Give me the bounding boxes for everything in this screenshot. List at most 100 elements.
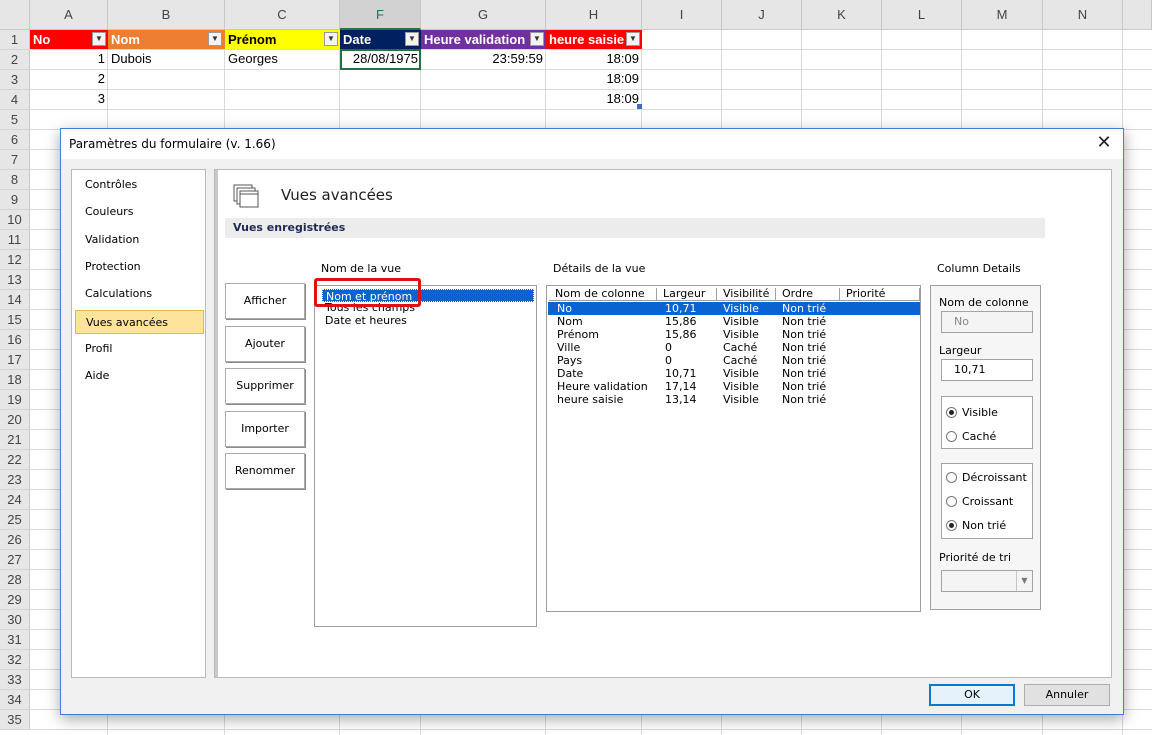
renommer-button[interactable]: Renommer: [225, 453, 305, 489]
column-header-f[interactable]: F: [340, 0, 421, 30]
afficher-button[interactable]: Afficher: [225, 283, 305, 319]
view-list[interactable]: Nom et prénom Tous les champs Date et he…: [314, 285, 537, 627]
column-header-c[interactable]: C: [225, 0, 340, 30]
row-header[interactable]: 18: [0, 370, 30, 390]
row-header[interactable]: 11: [0, 230, 30, 250]
width-field[interactable]: 10,71: [941, 359, 1033, 381]
radio-visible[interactable]: Visible: [946, 406, 998, 420]
radio-croissant[interactable]: Croissant: [946, 495, 1013, 509]
cell-no[interactable]: 3: [30, 89, 108, 109]
row-header[interactable]: 2: [0, 50, 30, 70]
importer-button[interactable]: Importer: [225, 411, 305, 447]
row-header[interactable]: 15: [0, 310, 30, 330]
column-header[interactable]: Nom de colonne: [549, 288, 657, 301]
row-header[interactable]: 3: [0, 70, 30, 90]
ajouter-button[interactable]: Ajouter: [225, 326, 305, 362]
column-header-k[interactable]: K: [802, 0, 882, 30]
filter-dropdown-icon[interactable]: ▼: [92, 32, 106, 46]
row-header[interactable]: 17: [0, 350, 30, 370]
view-details-table[interactable]: Nom de colonne Largeur Visibilité Ordre …: [546, 285, 921, 612]
row-header[interactable]: 30: [0, 610, 30, 630]
column-header-l[interactable]: L: [882, 0, 962, 30]
cell-heure-saisie[interactable]: 18:09: [546, 69, 642, 89]
cell-nom[interactable]: Dubois: [108, 49, 225, 69]
column-header[interactable]: Largeur: [657, 288, 717, 301]
select-all-corner[interactable]: [0, 0, 30, 30]
row-header[interactable]: 10: [0, 210, 30, 230]
nav-item-calculations[interactable]: Calculations: [75, 282, 204, 306]
row-header[interactable]: 25: [0, 510, 30, 530]
row-header[interactable]: 1: [0, 30, 30, 50]
table-row[interactable]: Heure validation 17,14 Visible Non trié: [548, 380, 920, 393]
row-header[interactable]: 9: [0, 190, 30, 210]
ok-button[interactable]: OK: [929, 684, 1015, 706]
table-row[interactable]: heure saisie 13,14 Visible Non trié: [548, 393, 920, 406]
row-header[interactable]: 26: [0, 530, 30, 550]
row-header[interactable]: 19: [0, 390, 30, 410]
table-row[interactable]: Pays 0 Caché Non trié: [548, 354, 920, 367]
supprimer-button[interactable]: Supprimer: [225, 368, 305, 404]
column-header-g[interactable]: G: [421, 0, 546, 30]
column-header-b[interactable]: B: [108, 0, 225, 30]
column-header-h[interactable]: H: [546, 0, 642, 30]
table-row[interactable]: Date 10,71 Visible Non trié: [548, 367, 920, 380]
nav-item-profil[interactable]: Profil: [75, 337, 204, 361]
table-row[interactable]: Nom 15,86 Visible Non trié: [548, 315, 920, 328]
row-header[interactable]: 27: [0, 550, 30, 570]
cell-heure-saisie[interactable]: 18:09: [546, 89, 642, 109]
nav-item-couleurs[interactable]: Couleurs: [75, 200, 204, 224]
sort-priority-select[interactable]: ▼: [941, 570, 1033, 592]
table-row[interactable]: Ville 0 Caché Non trié: [548, 341, 920, 354]
row-header[interactable]: 12: [0, 250, 30, 270]
row-header[interactable]: 24: [0, 490, 30, 510]
radio-cache[interactable]: Caché: [946, 430, 996, 444]
header-cell-heure-validation[interactable]: Heure validation: [421, 30, 546, 49]
nav-item-aide[interactable]: Aide: [75, 364, 204, 388]
table-row[interactable]: No 10,71 Visible Non trié: [548, 302, 920, 315]
column-header-i[interactable]: I: [642, 0, 722, 30]
filter-dropdown-icon[interactable]: ▼: [530, 32, 544, 46]
table-resize-handle[interactable]: [637, 104, 642, 109]
column-header-j[interactable]: J: [722, 0, 802, 30]
column-header[interactable]: Ordre: [776, 288, 840, 301]
cancel-button[interactable]: Annuler: [1024, 684, 1110, 706]
cell-prenom[interactable]: Georges: [225, 49, 340, 69]
filter-dropdown-icon[interactable]: ▼: [208, 32, 222, 46]
cell-heure-saisie[interactable]: 18:09: [546, 49, 642, 69]
column-header-m[interactable]: M: [962, 0, 1043, 30]
row-header[interactable]: 32: [0, 650, 30, 670]
radio-non-trie[interactable]: Non trié: [946, 519, 1006, 533]
row-header[interactable]: 20: [0, 410, 30, 430]
row-header[interactable]: 4: [0, 90, 30, 110]
row-header[interactable]: 31: [0, 630, 30, 650]
row-header[interactable]: 23: [0, 470, 30, 490]
row-header[interactable]: 33: [0, 670, 30, 690]
row-header[interactable]: 7: [0, 150, 30, 170]
filter-dropdown-icon[interactable]: ▼: [405, 32, 419, 46]
row-header[interactable]: 22: [0, 450, 30, 470]
row-header[interactable]: 21: [0, 430, 30, 450]
nav-item-vues-avancees[interactable]: Vues avancées: [75, 310, 204, 334]
close-icon[interactable]: ✕: [1093, 132, 1115, 154]
nav-item-controles[interactable]: Contrôles: [75, 173, 204, 197]
nav-item-validation[interactable]: Validation: [75, 228, 204, 252]
cell-no[interactable]: 1: [30, 49, 108, 69]
row-header[interactable]: 16: [0, 330, 30, 350]
filter-dropdown-icon[interactable]: ▼: [324, 32, 338, 46]
row-header[interactable]: 28: [0, 570, 30, 590]
nav-item-protection[interactable]: Protection: [75, 255, 204, 279]
row-header[interactable]: 29: [0, 590, 30, 610]
header-cell-prenom[interactable]: Prénom: [225, 30, 340, 49]
column-header[interactable]: Visibilité: [717, 288, 776, 301]
cell-no[interactable]: 2: [30, 69, 108, 89]
list-item[interactable]: Date et heures: [322, 314, 407, 327]
row-header[interactable]: 5: [0, 110, 30, 130]
column-header-a[interactable]: A: [30, 0, 108, 30]
table-row[interactable]: Prénom 15,86 Visible Non trié: [548, 328, 920, 341]
column-header[interactable]: Priorité: [840, 288, 920, 301]
radio-decroissant[interactable]: Décroissant: [946, 471, 1027, 485]
row-header[interactable]: 34: [0, 690, 30, 710]
filter-dropdown-icon[interactable]: ▼: [626, 32, 640, 46]
dialog-titlebar[interactable]: Paramètres du formulaire (v. 1.66) ✕: [61, 129, 1123, 159]
cell-heure-validation[interactable]: 23:59:59: [421, 49, 546, 69]
